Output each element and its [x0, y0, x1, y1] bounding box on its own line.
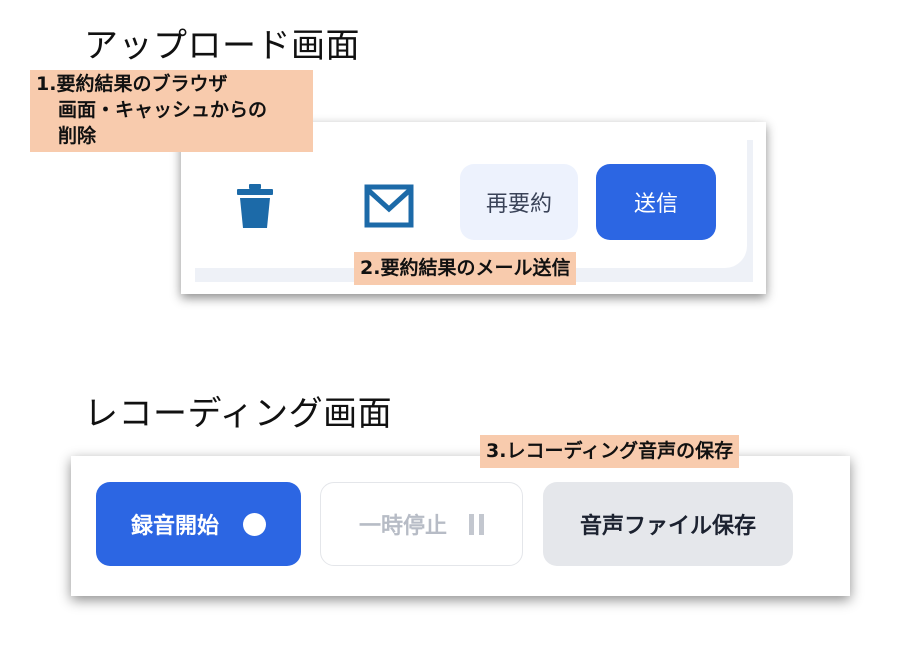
upload-screen-title: アップロード画面	[84, 26, 360, 66]
delete-button[interactable]	[227, 178, 283, 234]
callout-email-summary: 2.要約結果のメール送信	[354, 252, 577, 285]
pause-icon	[469, 513, 484, 535]
record-start-button[interactable]: 録音開始	[96, 482, 301, 566]
callout-delete-summary: 1.要約結果のブラウザ 画面・キャッシュからの 削除	[30, 70, 313, 152]
send-button[interactable]: 送信	[596, 164, 716, 240]
record-start-label: 録音開始	[130, 514, 219, 539]
upload-action-bar: 再要約 送信	[195, 140, 747, 268]
trash-icon	[237, 184, 273, 228]
callout-save-recording: 3.レコーディング音声の保存	[480, 435, 740, 468]
pause-label: 一時停止	[358, 514, 447, 539]
save-audio-button[interactable]: 音声ファイル保存	[543, 482, 793, 566]
callout-1-line-3: 削除	[58, 125, 97, 147]
record-dot-icon	[243, 512, 266, 536]
mail-button[interactable]	[359, 178, 419, 234]
recording-action-panel: 録音開始 一時停止 音声ファイル保存	[71, 456, 850, 596]
pause-button[interactable]: 一時停止	[320, 482, 523, 566]
callout-1-line-1: 1.要約結果のブラウザ	[36, 73, 228, 95]
recording-screen-title: レコーディング画面	[84, 394, 393, 434]
callout-1-line-2: 画面・キャッシュからの	[58, 99, 268, 121]
resummarize-button[interactable]: 再要約	[460, 164, 578, 240]
mail-icon	[364, 184, 414, 228]
